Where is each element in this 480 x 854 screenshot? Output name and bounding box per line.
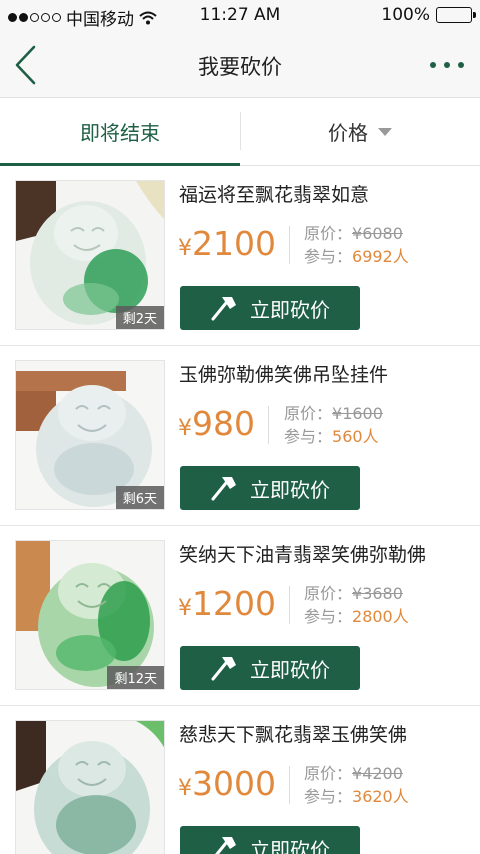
current-price: ¥1200 (178, 584, 276, 623)
price-meta: 原价：¥4200 参与：3620人 (304, 762, 409, 808)
axe-icon (215, 837, 236, 854)
page-title: 我要砍价 (198, 55, 282, 79)
jade-buddha-image (16, 721, 164, 854)
bargain-button-label: 立即砍价 (250, 477, 330, 502)
tab-price[interactable]: 价格 (240, 98, 480, 165)
price-value: 1200 (192, 584, 276, 623)
bargain-button[interactable]: 立即砍价 (180, 826, 360, 854)
more-dots-icon (444, 62, 450, 68)
price-value: 980 (192, 404, 255, 443)
price-meta: 原价：¥1600 参与：560人 (284, 402, 383, 448)
original-price-label: 原价： (304, 224, 353, 243)
bargain-button-label: 立即砍价 (250, 657, 330, 682)
original-price: ¥6080 (352, 224, 403, 243)
more-dots-icon (458, 62, 464, 68)
product-title[interactable]: 笑纳天下油青翡翠笑佛弥勒佛 (179, 540, 469, 567)
back-button[interactable] (8, 44, 48, 86)
tab-label: 价格 (328, 121, 368, 145)
days-left-badge: 剩6天 (115, 486, 164, 509)
chevron-left-icon (15, 45, 36, 85)
participants-label: 参与： (304, 247, 353, 266)
current-price: ¥3000 (178, 764, 276, 803)
filter-tabs: 即将结束 价格 (0, 98, 480, 166)
product-image[interactable] (15, 720, 165, 854)
battery-percent: 100% (381, 5, 430, 25)
bargain-button-label: 立即砍价 (250, 297, 330, 322)
people-unit: 人 (392, 787, 409, 806)
participants-label: 参与： (304, 607, 353, 626)
currency-symbol: ¥ (178, 236, 192, 261)
bargain-button[interactable]: 立即砍价 (180, 286, 360, 330)
list-item: 剩12天 笑纳天下油青翡翠笑佛弥勒佛 ¥1200 原价：¥3680 参与：280… (0, 526, 480, 706)
price-value: 2100 (192, 224, 276, 263)
product-title[interactable]: 慈悲天下飘花翡翠玉佛笑佛 (179, 720, 469, 747)
current-price: ¥980 (178, 404, 255, 443)
product-list: 剩2天 福运将至飘花翡翠如意 ¥2100 原价：¥6080 参与：6992人 立… (0, 166, 480, 854)
more-dots-icon (430, 62, 436, 68)
participants-count: 560 (332, 427, 363, 446)
more-button[interactable] (424, 54, 470, 76)
participants-count: 2800 (352, 607, 393, 626)
battery-icon (436, 7, 476, 23)
caret-down-icon (378, 127, 392, 136)
axe-icon (211, 477, 236, 501)
bargain-button[interactable]: 立即砍价 (180, 646, 360, 690)
tab-ending-soon[interactable]: 即将结束 (0, 98, 240, 166)
price-divider (268, 406, 269, 444)
price-meta: 原价：¥3680 参与：2800人 (304, 582, 409, 628)
original-price: ¥1600 (332, 404, 383, 423)
axe-icon (211, 297, 236, 321)
product-image[interactable]: 剩12天 (15, 540, 165, 690)
original-price: ¥4200 (352, 764, 403, 783)
participants-label: 参与： (304, 787, 353, 806)
people-unit: 人 (392, 607, 409, 626)
price-divider (289, 226, 290, 264)
bargain-button[interactable]: 立即砍价 (180, 466, 360, 510)
currency-symbol: ¥ (178, 416, 192, 441)
days-left-badge: 剩2天 (115, 306, 164, 329)
status-right: 100% (381, 5, 476, 25)
status-bar: 中国移动 11:27 AM 100% (0, 0, 480, 32)
participants-label: 参与： (284, 427, 333, 446)
days-left-badge: 剩12天 (107, 666, 164, 689)
product-title[interactable]: 福运将至飘花翡翠如意 (179, 180, 469, 207)
currency-symbol: ¥ (178, 776, 192, 801)
participants-count: 6992 (352, 247, 393, 266)
people-unit: 人 (362, 427, 379, 446)
tab-label: 即将结束 (80, 121, 160, 145)
current-price: ¥2100 (178, 224, 276, 263)
price-meta: 原价：¥6080 参与：6992人 (304, 222, 409, 268)
price-divider (289, 766, 290, 804)
original-price: ¥3680 (352, 584, 403, 603)
navigation-bar: 我要砍价 (0, 32, 480, 98)
original-price-label: 原价： (284, 404, 333, 423)
product-title[interactable]: 玉佛弥勒佛笑佛吊坠挂件 (179, 360, 469, 387)
price-value: 3000 (192, 764, 276, 803)
currency-symbol: ¥ (178, 596, 192, 621)
list-item: 慈悲天下飘花翡翠玉佛笑佛 ¥3000 原价：¥4200 参与：3620人 立即砍… (0, 706, 480, 854)
product-image[interactable]: 剩2天 (15, 180, 165, 330)
participants-count: 3620 (352, 787, 393, 806)
price-divider (289, 586, 290, 624)
product-image[interactable]: 剩6天 (15, 360, 165, 510)
original-price-label: 原价： (304, 764, 353, 783)
people-unit: 人 (392, 247, 409, 266)
bargain-button-label: 立即砍价 (250, 837, 330, 854)
original-price-label: 原价： (304, 584, 353, 603)
axe-icon (211, 657, 236, 681)
list-item: 剩6天 玉佛弥勒佛笑佛吊坠挂件 ¥980 原价：¥1600 参与：560人 立即… (0, 346, 480, 526)
list-item: 剩2天 福运将至飘花翡翠如意 ¥2100 原价：¥6080 参与：6992人 立… (0, 166, 480, 346)
